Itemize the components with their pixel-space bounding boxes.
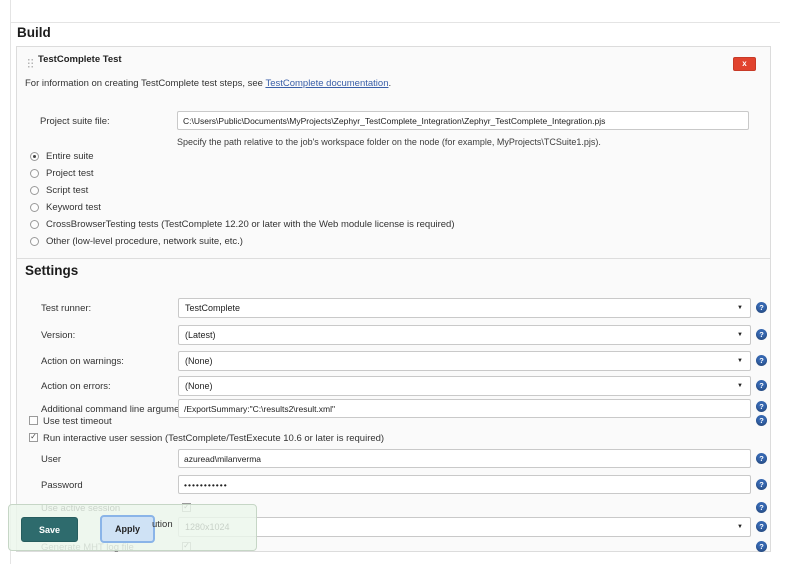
action-on-warnings-value: (None) <box>185 356 213 366</box>
info-prefix: For information on creating TestComplete… <box>25 78 265 89</box>
action-on-warnings-select[interactable]: (None) ▼ <box>178 351 751 371</box>
floating-save-bar: Save Apply <box>8 504 257 551</box>
user-label: User <box>41 454 61 465</box>
section-divider-line <box>10 22 780 23</box>
save-button[interactable]: Save <box>21 517 78 542</box>
run-interactive-session-checkbox[interactable]: ✓ <box>29 433 38 442</box>
test-runner-label: Test runner: <box>41 303 91 314</box>
apply-button[interactable]: Apply <box>100 515 155 543</box>
radio-label: Other (low-level procedure, network suit… <box>46 236 243 247</box>
chevron-down-icon: ▼ <box>737 383 743 389</box>
help-icon[interactable]: ? <box>756 502 767 513</box>
use-test-timeout-label: Use test timeout <box>43 416 112 427</box>
chevron-down-icon: ▼ <box>737 332 743 338</box>
build-section-heading: Build <box>17 25 51 40</box>
radio-script-test[interactable] <box>30 186 39 195</box>
jenkins-config-page: Build TestComplete Test x For informatio… <box>0 0 789 564</box>
run-interactive-session-label: Run interactive user session (TestComple… <box>43 433 384 444</box>
help-icon[interactable]: ? <box>756 521 767 532</box>
radio-crossbrowsertesting[interactable] <box>30 220 39 229</box>
version-value: (Latest) <box>185 330 216 340</box>
project-suite-file-hint: Specify the path relative to the job's w… <box>177 137 601 147</box>
radio-label: Script test <box>46 185 88 196</box>
action-on-errors-label: Action on errors: <box>41 381 111 392</box>
version-label: Version: <box>41 330 75 341</box>
help-icon[interactable]: ? <box>756 329 767 340</box>
radio-label: Entire suite <box>46 151 94 162</box>
chevron-down-icon: ▼ <box>737 358 743 364</box>
left-border-line <box>10 0 11 564</box>
user-input[interactable] <box>178 449 751 468</box>
additional-args-label: Additional command line arguments: <box>41 404 195 415</box>
password-label: Password <box>41 480 83 491</box>
help-icon[interactable]: ? <box>756 479 767 490</box>
help-icon[interactable]: ? <box>756 541 767 552</box>
delete-step-button[interactable]: x <box>733 57 756 71</box>
radio-project-test[interactable] <box>30 169 39 178</box>
screen-resolution-select[interactable]: 1280x1024 ▼ <box>178 517 751 537</box>
help-icon[interactable]: ? <box>756 453 767 464</box>
settings-heading: Settings <box>25 263 78 278</box>
action-on-errors-select[interactable]: (None) ▼ <box>178 376 751 396</box>
version-select[interactable]: (Latest) ▼ <box>178 325 751 345</box>
screen-resolution-label-fragment: ution <box>152 519 173 530</box>
radio-entire-suite[interactable] <box>30 152 39 161</box>
password-input[interactable] <box>178 475 751 494</box>
test-runner-value: TestComplete <box>185 303 240 313</box>
radio-other[interactable] <box>30 237 39 246</box>
testcomplete-step-panel: TestComplete Test x For information on c… <box>16 46 771 552</box>
test-runner-select[interactable]: TestComplete ▼ <box>178 298 751 318</box>
step-title: TestComplete Test <box>38 54 122 65</box>
radio-label: Project test <box>46 168 94 179</box>
use-test-timeout-checkbox[interactable] <box>29 416 38 425</box>
help-icon[interactable]: ? <box>756 380 767 391</box>
info-text: For information on creating TestComplete… <box>25 78 391 89</box>
radio-keyword-test[interactable] <box>30 203 39 212</box>
check-icon: ✓ <box>30 432 37 441</box>
project-suite-file-input[interactable] <box>177 111 749 130</box>
chevron-down-icon: ▼ <box>737 305 743 311</box>
radio-label: Keyword test <box>46 202 101 213</box>
drag-handle-icon[interactable] <box>27 58 34 68</box>
help-icon[interactable]: ? <box>756 401 767 412</box>
testcomplete-documentation-link[interactable]: TestComplete documentation <box>265 78 388 89</box>
action-on-warnings-label: Action on warnings: <box>41 356 124 367</box>
help-icon[interactable]: ? <box>756 415 767 426</box>
info-suffix: . <box>388 78 391 89</box>
chevron-down-icon: ▼ <box>737 524 743 530</box>
action-on-errors-value: (None) <box>185 381 213 391</box>
help-icon[interactable]: ? <box>756 355 767 366</box>
project-suite-file-label: Project suite file: <box>40 116 110 127</box>
settings-divider <box>17 258 770 259</box>
radio-label: CrossBrowserTesting tests (TestComplete … <box>46 219 455 230</box>
help-icon[interactable]: ? <box>756 302 767 313</box>
